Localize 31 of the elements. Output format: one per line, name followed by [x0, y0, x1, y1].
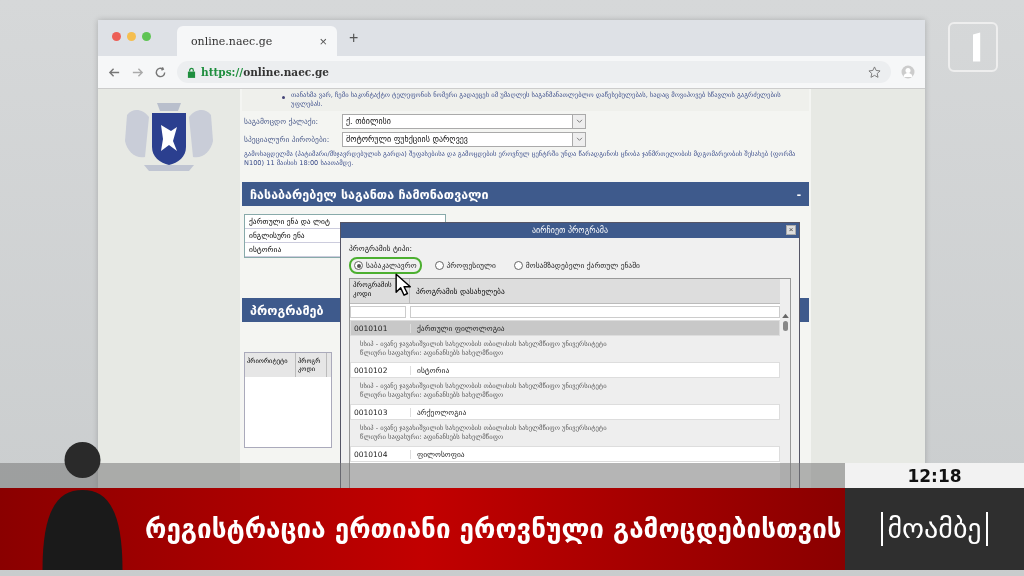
scrollbar[interactable]: [780, 279, 790, 490]
url-text: https://online.naec.ge: [201, 66, 330, 78]
clock-text: 12:18: [907, 465, 962, 486]
new-tab-button[interactable]: +: [349, 29, 359, 47]
dialog-title: აირჩიეთ პროგრამა: [532, 226, 608, 235]
tab-title: online.naec.ge: [191, 34, 273, 48]
maximize-window-icon[interactable]: [142, 31, 151, 41]
tab-close-button[interactable]: ×: [319, 33, 327, 49]
section-title: ჩასაბარებელ საგანთა ჩამონათვალი: [250, 186, 489, 202]
dropdown-field[interactable]: მოტორული ფუნქციის დარღვევ: [342, 132, 586, 147]
bookmark-star-icon[interactable]: [868, 65, 881, 79]
dropdown-field[interactable]: ქ. თბილისი: [342, 114, 586, 129]
scroll-up-icon[interactable]: [781, 313, 789, 318]
address-bar[interactable]: https://online.naec.ge: [177, 61, 891, 83]
collapse-button[interactable]: -: [796, 186, 801, 202]
close-window-icon[interactable]: [112, 31, 121, 41]
reload-icon[interactable]: [154, 65, 167, 79]
dropdown-caret-icon: [575, 119, 583, 124]
minimize-window-icon[interactable]: [127, 31, 136, 41]
scroll-thumb[interactable]: [782, 321, 788, 331]
profile-icon[interactable]: [901, 65, 915, 79]
close-button[interactable]: ×: [786, 225, 796, 235]
program-logo-text: მოამბე: [881, 512, 988, 546]
section-title: პროგრამებ: [250, 302, 324, 318]
browser-tab[interactable]: online.naec.ge ×: [177, 26, 337, 56]
lock-icon: [187, 66, 196, 78]
headline-text: რეგისტრაცია ერთიანი ეროვნული გამოცდებისთვის: [145, 514, 842, 544]
channel-logo-icon: [948, 22, 998, 72]
code-filter-field[interactable]: [350, 306, 406, 318]
dropdown-caret-icon: [575, 137, 583, 142]
name-filter-field[interactable]: [410, 306, 780, 318]
